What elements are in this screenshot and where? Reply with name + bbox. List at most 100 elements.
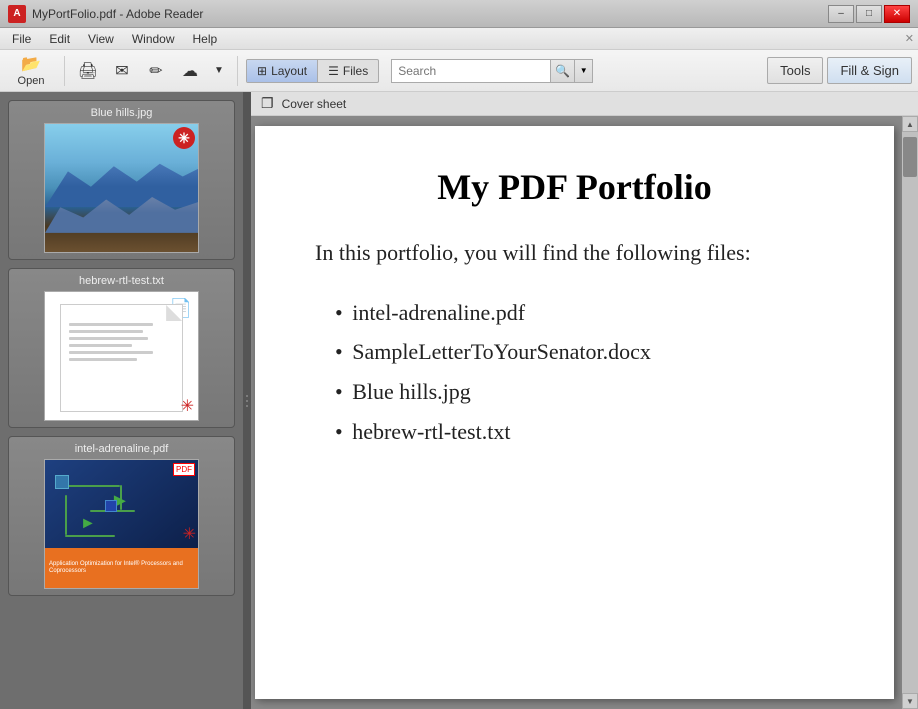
layout-button[interactable]: ⊞ Layout [247,60,317,82]
main-panel: ❐ Cover sheet My PDF Portfolio In this p… [251,92,918,709]
file-card-label-intel: intel-adrenaline.pdf [15,443,228,455]
mountain-layer-1 [45,156,198,207]
pdf-list-item-4: hebrew-rtl-test.txt [335,412,834,452]
print-button[interactable]: 🖨 [73,53,103,89]
circuit-h3 [65,535,115,537]
pdf-orange-band: Application Optimization for Intel® Proc… [45,548,198,588]
view-toggle: ⊞ Layout ☰ Files [246,59,379,83]
water-layer [45,224,198,252]
more-button[interactable]: ▼ [209,53,229,89]
pdf-subtitle: Application Optimization for Intel® Proc… [49,561,194,575]
circuit-h1 [60,485,120,487]
text-line-2 [69,330,143,333]
minimize-button[interactable]: – [828,5,854,23]
menu-bar: File Edit View Window Help ✕ [0,28,918,50]
files-label: Files [343,64,368,78]
search-input[interactable] [391,59,551,83]
text-paper [60,304,183,412]
right-toolbar: Tools Fill & Sign [767,57,912,84]
window-title: MyPortFolio.pdf - Adobe Reader [32,7,203,21]
title-bar-left: A MyPortFolio.pdf - Adobe Reader [8,5,203,23]
text-line-3 [69,337,148,340]
window-controls: – □ ✕ [828,5,910,23]
pdf-list-item-1: intel-adrenaline.pdf [335,293,834,333]
resize-dot-2 [246,400,248,402]
resize-dots [246,395,248,407]
search-button[interactable]: 🔍 [551,59,575,83]
open-label: Open [18,75,45,87]
resize-dot-3 [246,405,248,407]
file-card-label-hebrew: hebrew-rtl-test.txt [15,275,228,287]
search-area: 🔍 ▼ [391,59,593,83]
pdf-icon-badge: PDF [173,463,195,476]
red-star-hebrew: ✳ [181,396,194,416]
sidebar: Blue hills.jpg ✳ hebrew-rtl-test.txt � [0,92,243,709]
scroll-track[interactable] [902,132,918,693]
pdf-list-item-2: SampleLetterToYourSenator.docx [335,332,834,372]
file-card-blue-hills[interactable]: Blue hills.jpg ✳ [8,100,235,260]
thumbnail-intel: ► ► intel PDF Application Optimization f… [44,459,199,589]
pdf-page: My PDF Portfolio In this portfolio, you … [255,126,894,699]
resize-dot-1 [246,395,248,397]
toolbar-separator-2 [237,56,238,86]
close-button[interactable]: ✕ [884,5,910,23]
circuit-arrow2: ► [80,515,96,533]
chip-2 [105,500,117,512]
fill-sign-button[interactable]: Fill & Sign [827,57,912,84]
pdf-title: My PDF Portfolio [315,166,834,208]
red-badge-blue-hills: ✳ [173,127,195,149]
grid-icon: ⊞ [257,64,267,78]
breadcrumb-bar: ❐ Cover sheet [251,92,918,116]
menu-window[interactable]: Window [124,30,183,48]
tools-button[interactable]: Tools [767,57,823,84]
menu-file[interactable]: File [4,30,39,48]
toolbar-separator-1 [64,56,65,86]
scroll-thumb[interactable] [903,137,917,177]
layout-label: Layout [271,64,307,78]
scrollbar-right: ▲ ▼ [902,116,918,709]
pdf-thumb-bg: ► ► intel PDF Application Optimization f… [45,460,198,588]
pdf-file-list: intel-adrenaline.pdf SampleLetterToYourS… [315,293,834,451]
search-dropdown[interactable]: ▼ [575,59,593,83]
open-button[interactable]: 📂 Open [6,53,56,89]
red-star-intel: ✳ [183,524,196,544]
chip-1 [55,475,69,489]
circuit-board: ► ► [50,465,193,548]
menu-view[interactable]: View [80,30,122,48]
more-icon: ▼ [214,65,224,76]
breadcrumb: Cover sheet [282,97,347,111]
email-button[interactable]: ✉ [107,53,137,89]
title-bar: A MyPortFolio.pdf - Adobe Reader – □ ✕ [0,0,918,28]
file-card-hebrew[interactable]: hebrew-rtl-test.txt 📄 [8,268,235,428]
email-icon: ✉ [115,61,128,81]
text-line-1 [69,323,153,326]
open-icon: 📂 [21,54,41,74]
text-lines [61,305,182,369]
list-icon: ☰ [328,64,339,78]
hebrew-text-image: 📄 ✳ [44,291,199,421]
share-button[interactable]: ☁ [175,53,205,89]
pdf-list-item-3: Blue hills.jpg [335,372,834,412]
file-card-intel[interactable]: intel-adrenaline.pdf ► [8,436,235,596]
restore-button[interactable]: □ [856,5,882,23]
circuit-v2 [65,495,67,535]
files-button[interactable]: ☰ Files [318,60,378,82]
scroll-down-button[interactable]: ▼ [902,693,918,709]
edit-button[interactable]: ✏ [141,53,171,89]
file-card-label-blue-hills: Blue hills.jpg [15,107,228,119]
page-container: My PDF Portfolio In this portfolio, you … [251,116,918,709]
share-icon: ☁ [182,61,198,81]
edit-icon: ✏ [149,61,162,81]
text-line-6 [69,358,137,361]
pdf-intro: In this portfolio, you will find the fol… [315,238,834,269]
text-line-4 [69,344,132,347]
menu-edit[interactable]: Edit [41,30,78,48]
copy-icon: ❐ [261,95,274,112]
menu-help[interactable]: Help [185,30,226,48]
toolbar: 📂 Open 🖨 ✉ ✏ ☁ ▼ ⊞ Layout ☰ Files 🔍 ▼ [0,50,918,92]
print-icon: 🖨 [78,61,98,81]
text-line-5 [69,351,153,354]
text-file-bg: 📄 ✳ [45,292,198,420]
scroll-up-button[interactable]: ▲ [902,116,918,132]
sidebar-resize-handle[interactable] [243,92,251,709]
